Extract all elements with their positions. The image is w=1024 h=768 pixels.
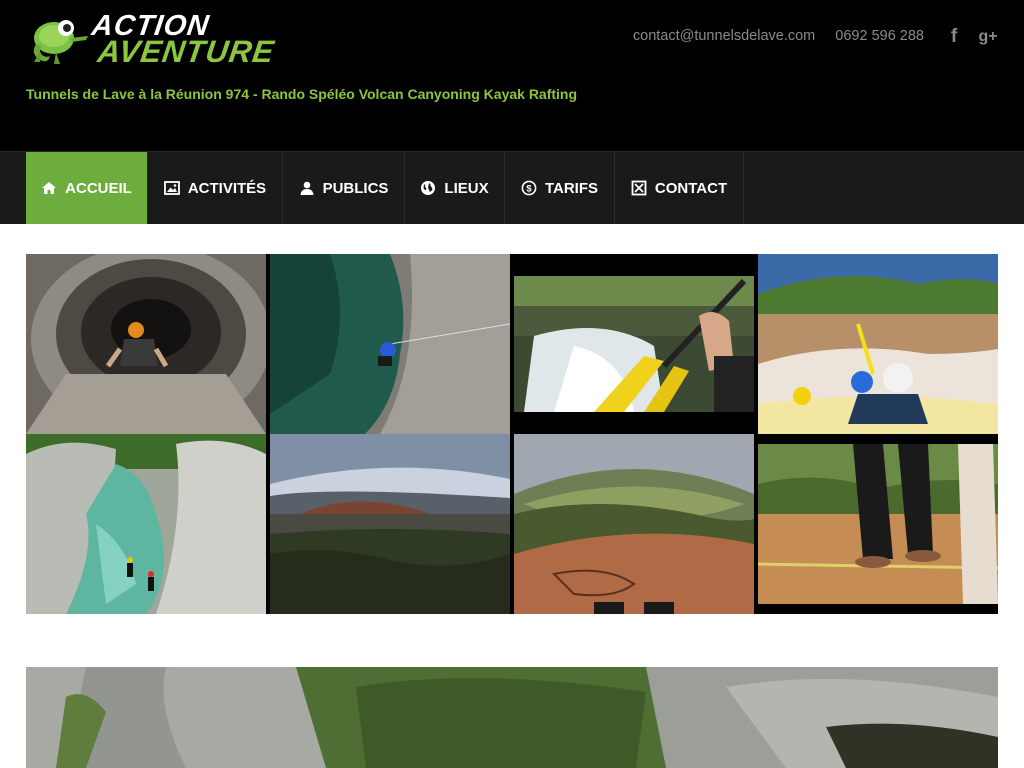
banner-photo-canyon	[26, 667, 998, 768]
gallery-photo-volcano[interactable]	[270, 434, 510, 614]
nav-item-contact[interactable]: CONTACT	[615, 152, 744, 224]
main-nav: ACCUEIL ACTIVITÉS PUBLICS LIEUX $ TARIFS…	[0, 151, 1024, 224]
contact-email-link[interactable]: contact@tunnelsdelave.com	[633, 28, 815, 44]
gallery-photo-canyoning[interactable]	[26, 434, 266, 614]
nav-label: ACCUEIL	[65, 179, 132, 197]
photo-gallery	[26, 254, 998, 614]
nav-item-publics[interactable]: PUBLICS	[283, 152, 405, 224]
gallery-photo-slackline[interactable]	[758, 444, 998, 604]
nav-label: TARIFS	[544, 179, 599, 197]
gallery-photo-kayak[interactable]	[514, 276, 754, 412]
nav-label: CONTACT	[654, 179, 728, 197]
contact-phone[interactable]: 0692 596 288	[835, 28, 924, 44]
dollar-icon: $	[521, 180, 537, 196]
gallery-photo-canyon-pool[interactable]	[270, 254, 510, 434]
site-logo[interactable]: ACTION AVENTURE	[26, 10, 277, 69]
nav-item-accueil[interactable]: ACCUEIL	[26, 152, 148, 224]
gallery-photo-lava-tube[interactable]	[26, 254, 266, 434]
facebook-icon[interactable]: f	[943, 25, 965, 49]
gallery-photo-rafting[interactable]	[758, 254, 998, 434]
site-tagline: Tunnels de Lave à la Réunion 974 - Rando…	[26, 86, 578, 102]
nav-item-tarifs[interactable]: $ TARIFS	[505, 152, 615, 224]
nav-label: PUBLICS	[322, 179, 389, 197]
nav-label: LIEUX	[444, 179, 489, 197]
home-icon	[41, 180, 57, 196]
nav-item-lieux[interactable]: LIEUX	[405, 152, 505, 224]
image-icon	[163, 180, 180, 196]
envelope-icon	[631, 180, 647, 196]
logo-text-aventure: AVENTURE	[95, 34, 277, 69]
user-icon	[299, 180, 315, 196]
google-plus-icon[interactable]: g+	[977, 25, 999, 49]
nav-label: ACTIVITÉS	[187, 179, 267, 197]
gallery-photo-abseil-panorama[interactable]	[514, 434, 754, 614]
nav-item-activites[interactable]: ACTIVITÉS	[148, 152, 283, 224]
chameleon-icon	[33, 20, 88, 64]
top-contact: contact@tunnelsdelave.com 0692 596 288	[617, 28, 924, 44]
hero-banner	[26, 667, 998, 768]
svg-text:$: $	[526, 184, 532, 195]
globe-icon	[420, 180, 436, 196]
site-header: ACTION AVENTURE Tunnels de Lave à la Réu…	[0, 0, 1024, 151]
